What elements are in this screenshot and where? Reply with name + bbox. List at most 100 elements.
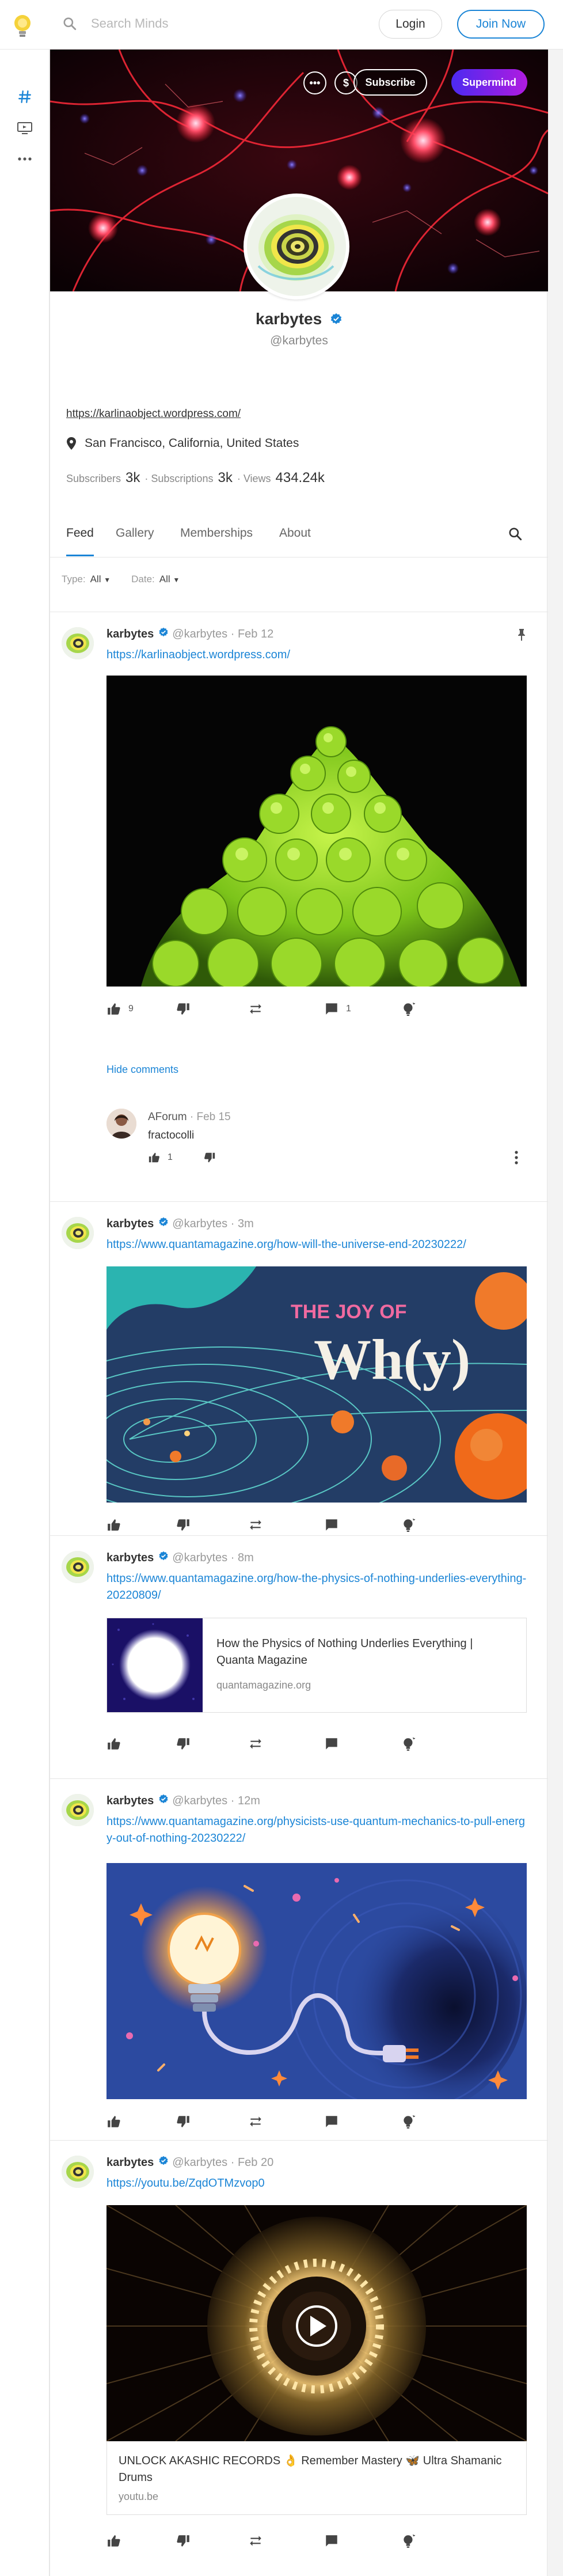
boost-bulb-icon [404,1518,416,1532]
downvote-button[interactable] [176,1517,191,1532]
comment-count: 1 [346,1004,351,1014]
remind-button[interactable] [248,1736,263,1751]
thumb-up-icon [108,1003,120,1015]
channel-page: ••• $ Subscribe Supermind karbytes @karb… [50,50,548,2576]
post-author-name[interactable]: karbytes [106,1795,154,1808]
repeat-icon [250,1739,261,1749]
date-filter[interactable]: Date: All ▼ [131,574,180,585]
tab-about[interactable]: About [279,526,311,540]
more-icon[interactable] [14,149,35,169]
comment-button[interactable] [324,2533,339,2548]
boost-button[interactable] [401,2114,416,2129]
comment-menu-icon[interactable] [514,1150,519,1168]
hide-comments-link[interactable]: Hide comments [106,1064,178,1076]
hashtag-icon[interactable] [14,86,35,107]
downvote-button[interactable] [176,2533,191,2548]
video-info-card[interactable]: UNLOCK AKASHIC RECORDS 👌 Remember Master… [106,2441,527,2515]
channel-website-link[interactable]: https://karlinaobject.wordpress.com/ [66,408,241,420]
comment-upvote-button[interactable]: 1 [148,1151,173,1164]
post-author-name[interactable]: karbytes [106,2156,154,2169]
supermind-button[interactable]: Supermind [451,69,527,96]
post-link[interactable]: https://karlinaobject.wordpress.com/ [106,647,527,663]
pin-icon [516,628,527,644]
boost-button[interactable] [401,2533,416,2548]
post-meta: @karbytes · 8m [172,1551,254,1564]
minds-logo-icon[interactable] [10,13,35,39]
post-author: karbytes @karbytes · 12m [106,1794,260,1808]
comment-button[interactable] [324,1736,339,1751]
upvote-button[interactable] [106,1517,121,1532]
comment-button[interactable] [324,1517,339,1532]
channel-tabs: Feed Gallery Memberships About [50,510,548,557]
boost-button[interactable] [401,1517,416,1532]
post-image[interactable] [106,676,527,987]
tab-gallery[interactable]: Gallery [116,526,154,540]
comment-downvote-button[interactable] [203,1151,216,1164]
comment-author-name[interactable]: AForum [148,1111,187,1123]
channel-more-button[interactable]: ••• [303,71,326,94]
post-avatar[interactable] [62,1794,94,1826]
tab-memberships[interactable]: Memberships [180,526,253,540]
thumb-down-icon [177,2116,189,2127]
post-author-name[interactable]: karbytes [106,628,154,641]
post-avatar[interactable] [62,1217,94,1249]
search-input[interactable] [91,16,264,31]
thumb-down-icon [177,1519,189,1531]
post-image[interactable]: THE JOY OF Wh(y) [106,1266,527,1503]
image-text-why: Wh(y) [314,1327,470,1391]
post-actions: 9 1 [106,1001,527,1019]
comment-avatar[interactable] [106,1109,136,1139]
chevron-down-icon: ▼ [173,576,180,584]
remind-button[interactable] [248,2533,263,2548]
upvote-button[interactable]: 9 [106,1001,134,1016]
activity-post: karbytes @karbytes · 8m https://www.quan… [50,1535,548,1778]
post-author-name[interactable]: karbytes [106,1217,154,1231]
downvote-button[interactable] [176,1736,191,1751]
repeat-icon [250,1520,261,1530]
post-author: karbytes @karbytes · 3m [106,1217,254,1231]
repeat-icon [250,2536,261,2546]
subscriptions-count[interactable]: 3k [218,470,232,486]
upvote-count: 9 [128,1004,134,1014]
verified-badge-icon [330,311,343,329]
type-filter-value: All [90,574,101,585]
upvote-button[interactable] [106,2533,121,2548]
post-link[interactable]: https://www.quantamagazine.org/how-will-… [106,1236,527,1253]
subscribe-button[interactable]: Subscribe [353,69,427,96]
post-image[interactable] [106,1863,527,2099]
comment-icon [326,1519,337,1531]
video-thumbnail[interactable] [106,2205,527,2441]
post-link[interactable]: https://youtu.be/ZqdOTMzvop0 [106,2175,527,2192]
boost-console-icon[interactable] [14,117,35,138]
post-avatar[interactable] [62,627,94,659]
subscriptions-label: · Subscriptions [144,473,214,484]
login-button[interactable]: Login [379,10,442,39]
comment-button[interactable] [324,2114,339,2129]
boost-button[interactable] [401,1001,416,1016]
feed-search-icon[interactable] [508,526,523,544]
remind-button[interactable] [248,1001,263,1016]
subscribers-count[interactable]: 3k [125,470,140,486]
join-now-button[interactable]: Join Now [457,10,545,39]
upvote-button[interactable] [106,2114,121,2129]
post-avatar[interactable] [62,1551,94,1583]
link-preview-domain: quantamagazine.org [216,1679,311,1691]
comment-icon [326,1003,337,1015]
thumb-up-icon [108,2535,120,2547]
channel-avatar[interactable] [244,194,349,299]
downvote-button[interactable] [176,1001,191,1016]
post-avatar[interactable] [62,2156,94,2188]
type-filter[interactable]: Type: All ▼ [62,574,111,585]
remind-button[interactable] [248,1517,263,1532]
upvote-button[interactable] [106,1736,121,1751]
downvote-button[interactable] [176,2114,191,2129]
post-author-name[interactable]: karbytes [106,1551,154,1565]
post-link[interactable]: https://www.quantamagazine.org/physicist… [106,1814,527,1847]
post-link[interactable]: https://www.quantamagazine.org/how-the-p… [106,1570,527,1604]
link-preview-card[interactable]: How the Physics of Nothing Underlies Eve… [106,1618,527,1713]
remind-button[interactable] [248,2114,263,2129]
activity-post: karbytes @karbytes · Feb 20 https://yout… [50,2140,548,2576]
comment-button[interactable]: 1 [324,1001,351,1016]
tab-feed[interactable]: Feed [66,526,94,556]
boost-button[interactable] [401,1736,416,1751]
